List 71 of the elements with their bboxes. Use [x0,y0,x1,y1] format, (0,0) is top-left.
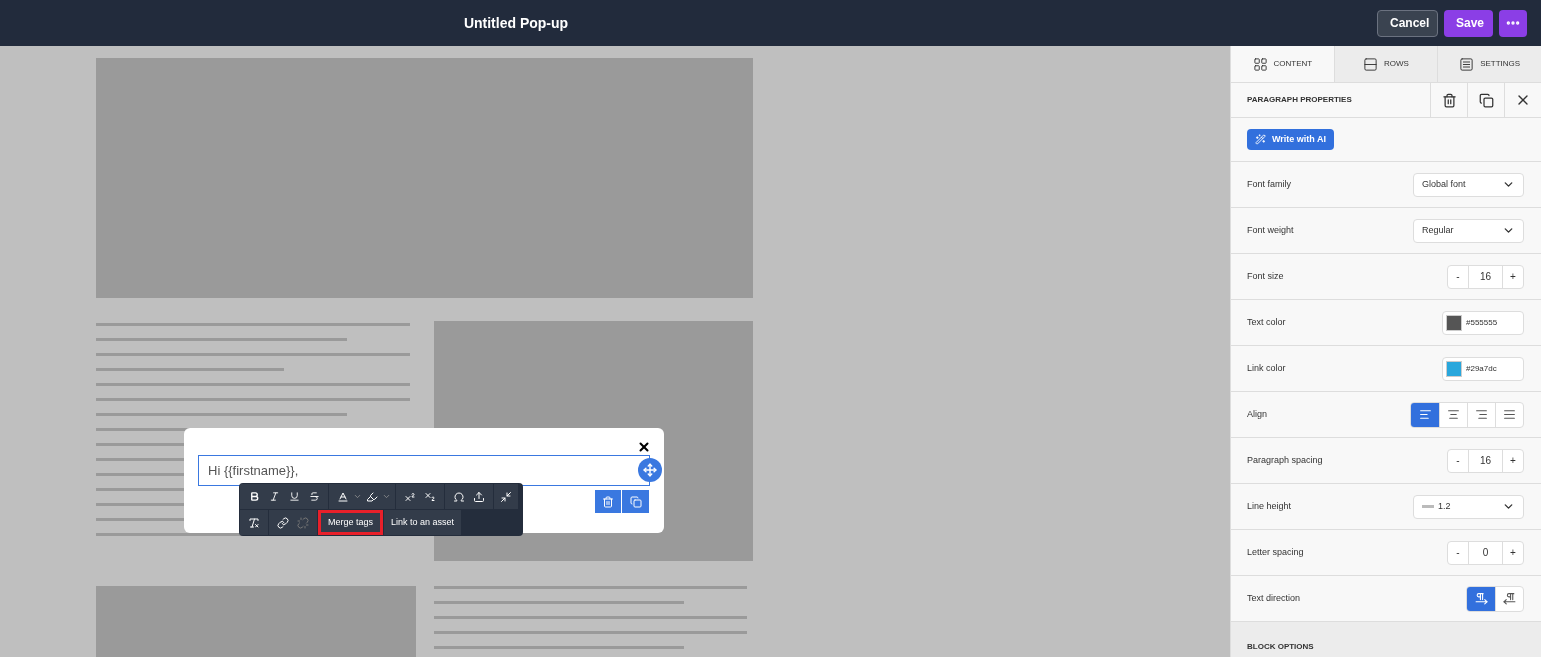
decrement-button[interactable]: - [1448,541,1469,564]
color-field[interactable]: #555555 [1442,310,1524,335]
number-field[interactable]: 16 [1469,449,1502,472]
dropdown[interactable]: Regular [1413,218,1524,243]
panel-title: PARAGRAPH PROPERTIES [1246,94,1353,106]
increment-button[interactable]: + [1502,265,1523,288]
panel-tab[interactable]: ROWS [1333,46,1438,82]
chevron-down-icon [382,492,391,501]
property-label: Text direction [1247,591,1301,605]
direction-option[interactable] [1467,586,1495,611]
page-title: Untitled Pop-up [463,13,569,33]
copy-icon [1478,92,1494,108]
align-option[interactable] [1411,402,1439,427]
highlighter-icon [366,490,378,503]
align-right-icon [1475,408,1488,421]
save-button[interactable]: Save [1444,9,1493,37]
rows-icon [1363,56,1379,72]
upload-icon [473,490,485,503]
clear-format-icon [248,516,260,529]
chevron-down-icon [353,492,362,501]
italic-icon [268,491,280,502]
property-label: Font size [1247,269,1284,283]
property-label: Font weight [1247,223,1294,237]
property-label: Letter spacing [1247,545,1304,559]
superscript-icon [404,490,416,503]
align-center-icon [1447,408,1460,421]
asset-link-button[interactable]: Link to an asset [384,510,462,535]
move-icon [643,463,657,477]
property-label: Paragraph spacing [1247,453,1323,467]
merge-tags-button[interactable]: Merge tags [318,510,384,535]
underline-icon [288,491,300,502]
more-button[interactable] [1499,9,1527,37]
property-label: Align [1247,407,1267,421]
property-label: Text color [1247,315,1286,329]
increment-button[interactable]: + [1502,541,1523,564]
dropdown[interactable]: Global font [1413,172,1524,197]
text-color-icon [337,490,349,503]
copy-icon [629,495,642,508]
pilcrow-right-icon [1474,592,1488,605]
link-icon [277,516,289,529]
dropdown[interactable]: 1.2 [1413,494,1524,519]
property-label: Link color [1247,361,1286,375]
align-left-icon [1418,408,1432,421]
strikethrough-icon [308,491,320,502]
omega-icon [453,490,465,503]
magic-wand-icon [1255,134,1266,145]
color-field[interactable]: #29a7dc [1442,356,1524,381]
dropdown-value: 1.2 [1438,499,1451,513]
subscript-icon [424,490,436,503]
panel-tab[interactable]: SETTINGS [1437,46,1541,82]
decrement-button[interactable]: - [1448,449,1469,472]
drag-handle[interactable] [638,458,662,482]
close-icon[interactable] [637,440,651,454]
decrement-button[interactable]: - [1448,265,1469,288]
trash-icon [1441,92,1457,108]
increment-button[interactable]: + [1502,449,1523,472]
grid-icon [1252,56,1268,72]
cancel-button[interactable]: Cancel [1377,9,1438,37]
bold-icon [248,491,260,502]
property-label: Line height [1247,499,1292,513]
align-justify-icon [1503,408,1516,421]
collapse-icon [500,490,512,503]
document-icon [1459,56,1475,72]
write-with-ai-button[interactable]: Write with AI [1247,129,1334,150]
trash-icon [602,495,614,508]
unlink-icon [297,516,309,529]
section-title: BLOCK OPTIONS [1247,642,1314,651]
property-label: Font family [1247,177,1291,191]
number-field[interactable]: 16 [1469,265,1502,288]
pilcrow-left-icon [1503,592,1516,605]
number-field[interactable]: 0 [1469,541,1502,564]
